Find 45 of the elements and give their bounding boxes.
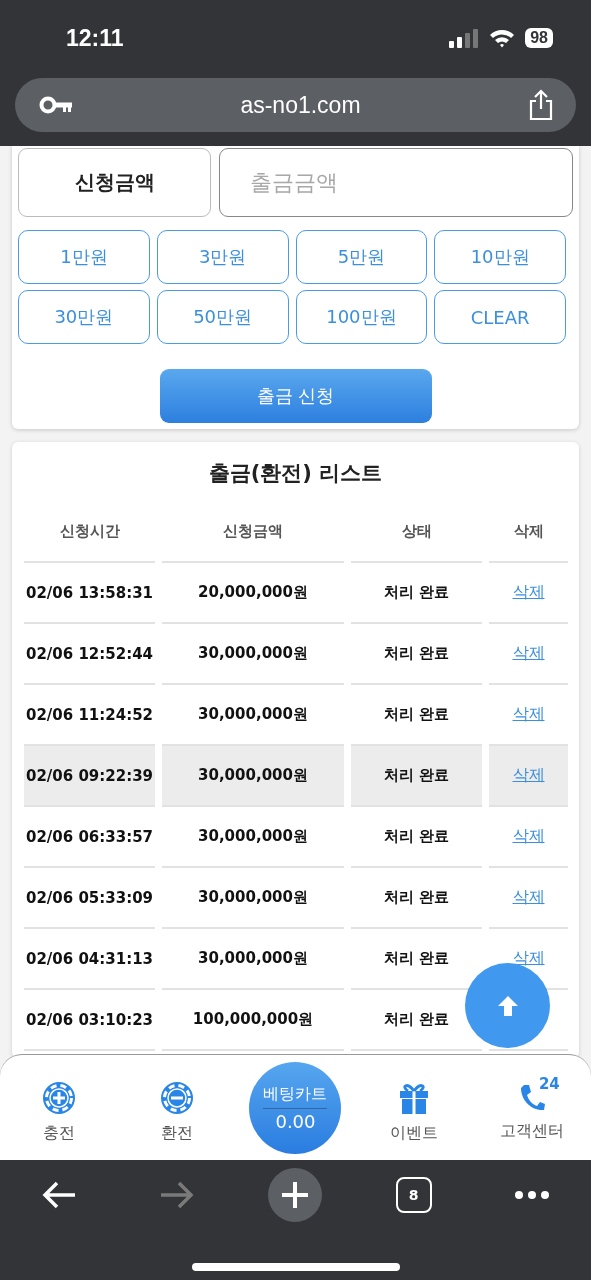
wifi-icon (489, 28, 516, 48)
delete-link[interactable]: 삭제 (512, 643, 545, 664)
quick-amount-button[interactable]: CLEAR (434, 290, 566, 344)
delete-link[interactable]: 삭제 (512, 887, 545, 908)
amount-cell: 30,000,000원 (162, 746, 344, 807)
nav-item[interactable]: 이벤트 (354, 1071, 473, 1144)
gift-icon (398, 1081, 429, 1115)
withdraw-request-button[interactable]: 출금 신청 (159, 369, 432, 423)
battery-level: 98 (525, 28, 553, 48)
signal-icon (449, 28, 480, 48)
plus-icon (280, 1180, 311, 1210)
time-cell: 02/06 09:22:39 (24, 746, 155, 807)
betting-cart-button[interactable]: 베팅카트 0.00 (249, 1061, 342, 1154)
nav-item[interactable]: 충전 (0, 1071, 119, 1144)
plus-chip-icon (42, 1081, 77, 1115)
delete-link[interactable]: 삭제 (512, 948, 545, 969)
quick-amount-button[interactable]: 5만원 (295, 230, 428, 284)
back-button[interactable] (41, 1180, 78, 1210)
status-cell: 처리 완료 (351, 746, 482, 807)
tabs-button[interactable]: 8 (395, 1177, 432, 1213)
list-title: 출금(환전) 리스트 (207, 460, 384, 487)
amount-input-field[interactable]: 출금금액 (219, 148, 573, 217)
clock-time: 12:11 (66, 24, 124, 52)
quick-amount-button[interactable]: 3만원 (156, 230, 289, 284)
nav-item[interactable]: 24 고객센터 (472, 1073, 591, 1142)
delete-link[interactable]: 삭제 (512, 765, 545, 786)
new-tab-button[interactable] (268, 1168, 323, 1222)
up-arrow-icon (496, 994, 519, 1017)
hours-label: 24 (538, 1075, 560, 1093)
amount-label: 신청금액 (18, 148, 211, 217)
quick-amount-button[interactable]: 50만원 (156, 290, 289, 344)
minus-chip-icon (160, 1081, 195, 1115)
quick-amount-button[interactable]: 100만원 (295, 290, 428, 344)
more-button[interactable] (513, 1190, 550, 1200)
delete-link[interactable]: 삭제 (512, 826, 545, 847)
delete-link[interactable]: 삭제 (512, 582, 545, 603)
quick-amount-button[interactable]: 10만원 (434, 230, 566, 284)
quick-amount-button[interactable]: 1만원 (18, 230, 150, 284)
share-icon[interactable] (528, 89, 554, 121)
key-icon (39, 96, 73, 114)
quick-amount-button[interactable]: 30만원 (18, 290, 150, 344)
delete-link[interactable]: 삭제 (512, 704, 545, 725)
nav-item[interactable]: 환전 (118, 1071, 237, 1144)
url-text: as-no1.com (240, 91, 361, 119)
address-bar[interactable]: as-no1.com (15, 78, 576, 132)
